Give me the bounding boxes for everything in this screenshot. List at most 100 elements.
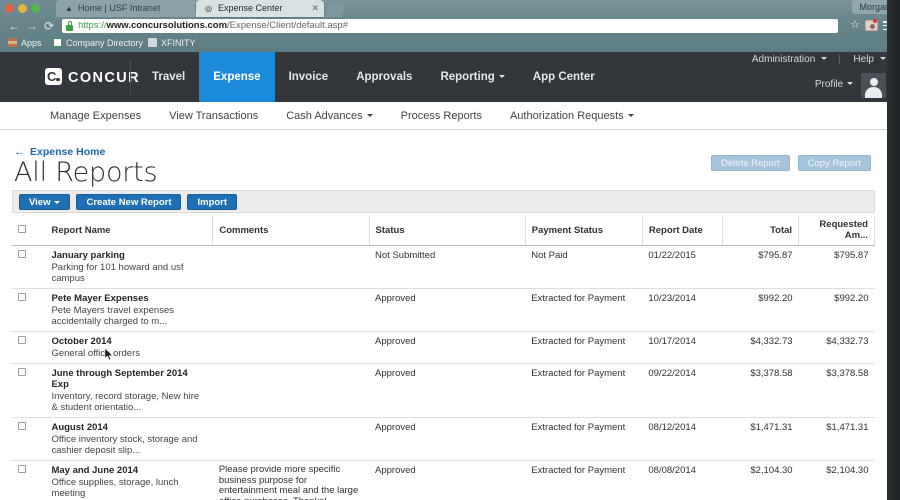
table-row[interactable]: August 2014Office inventory stock, stora… — [12, 418, 875, 461]
copy-report-button[interactable]: Copy Report — [798, 155, 871, 171]
nav-item-approvals[interactable]: Approvals — [342, 52, 426, 102]
browser-tab-home[interactable]: ▲ Home | USF Intranet ✕ — [56, 0, 206, 17]
cell-total: $3,378.58 — [723, 364, 799, 418]
bookmark-company-directory[interactable]: Company Directory — [53, 38, 143, 49]
avatar-head — [870, 78, 878, 86]
cell-report-name[interactable]: Pete Mayer ExpensesPete Mayers travel ex… — [45, 289, 212, 332]
table-row[interactable]: June through September 2014 ExpInventory… — [12, 364, 875, 418]
reports-table: Report Name Comments Status Payment Stat… — [12, 216, 875, 500]
avatar-body — [865, 87, 882, 98]
column-header-report-date[interactable]: Report Date — [642, 216, 722, 246]
select-all-header[interactable] — [12, 216, 45, 246]
concur-logo[interactable]: CONCUR — [45, 68, 140, 88]
table-row[interactable]: January parkingParking for 101 howard an… — [12, 246, 875, 289]
nav-item-travel[interactable]: Travel — [138, 52, 199, 102]
cell-status: Approved — [369, 289, 525, 332]
chevron-down-icon — [847, 82, 853, 85]
cell-requested-amount: $795.87 — [799, 246, 875, 289]
cell-status: Approved — [369, 364, 525, 418]
nav-item-invoice[interactable]: Invoice — [275, 52, 343, 102]
tab-strip-empty-area — [324, 0, 900, 17]
cell-report-name[interactable]: May and June 2014Office supplies, storag… — [45, 461, 212, 500]
column-header-status[interactable]: Status — [369, 216, 525, 246]
cell-report-date: 08/12/2014 — [642, 418, 722, 461]
close-window-button[interactable] — [5, 4, 14, 13]
import-button[interactable]: Import — [187, 194, 237, 210]
cell-status: Not Submitted — [369, 246, 525, 289]
bookmark-star-icon[interactable]: ☆ — [850, 20, 860, 31]
cell-report-name[interactable]: January parkingParking for 101 howard an… — [45, 246, 212, 289]
cell-status: Approved — [369, 418, 525, 461]
select-all-checkbox[interactable] — [18, 225, 26, 233]
browser-tab-title: Home | USF Intranet — [78, 0, 190, 17]
cell-total: $2,104.30 — [723, 461, 799, 500]
chevron-down-icon — [880, 57, 886, 60]
column-header-payment-status[interactable]: Payment Status — [525, 216, 642, 246]
close-icon[interactable]: ✕ — [311, 0, 319, 17]
row-checkbox[interactable] — [18, 293, 26, 301]
url-scheme: https:// — [78, 20, 107, 31]
table-row[interactable]: May and June 2014Office supplies, storag… — [12, 461, 875, 500]
subnav-item-authorization-requests[interactable]: Authorization Requests — [496, 102, 648, 130]
create-new-report-button[interactable]: Create New Report — [76, 194, 181, 210]
cell-comments — [213, 332, 369, 364]
row-checkbox[interactable] — [18, 336, 26, 344]
cell-payment-status: Extracted for Payment — [525, 332, 642, 364]
primary-nav: Travel Expense Invoice Approvals Reporti… — [138, 52, 609, 102]
address-bar[interactable]: https://www.concursolutions.com/Expense/… — [62, 19, 838, 33]
cell-requested-amount: $992.20 — [799, 289, 875, 332]
cell-total: $4,332.73 — [723, 332, 799, 364]
row-checkbox[interactable] — [18, 368, 26, 376]
cell-requested-amount: $4,332.73 — [799, 332, 875, 364]
subnav-item-view-transactions[interactable]: View Transactions — [155, 102, 272, 130]
cell-status: Approved — [369, 332, 525, 364]
subnav-item-process-reports[interactable]: Process Reports — [387, 102, 496, 130]
column-header-comments[interactable]: Comments — [213, 216, 369, 246]
help-menu[interactable]: Help — [853, 54, 874, 65]
browser-chrome: ▲ Home | USF Intranet ✕ ◎ Expense Center… — [0, 0, 900, 52]
table-row[interactable]: October 2014General office orders Approv… — [12, 332, 875, 364]
cell-report-date: 01/22/2015 — [642, 246, 722, 289]
cell-report-name[interactable]: August 2014Office inventory stock, stora… — [45, 418, 212, 461]
table-toolbar: View Create New Report Import — [12, 190, 875, 213]
subnav-item-manage-expenses[interactable]: Manage Expenses — [36, 102, 155, 130]
cell-payment-status: Extracted for Payment — [525, 364, 642, 418]
secondary-nav: Manage Expenses View Transactions Cash A… — [0, 102, 900, 130]
minimize-window-button[interactable] — [18, 4, 27, 13]
nav-item-expense[interactable]: Expense — [199, 52, 274, 102]
column-header-total[interactable]: Total — [723, 216, 799, 246]
administration-menu[interactable]: Administration — [752, 54, 815, 65]
avatar[interactable] — [861, 73, 886, 98]
cell-comments — [213, 246, 369, 289]
column-header-report-name[interactable]: Report Name — [45, 216, 212, 246]
row-checkbox[interactable] — [18, 250, 26, 258]
cell-comments — [213, 364, 369, 418]
delete-report-button[interactable]: Delete Report — [711, 155, 790, 171]
cell-report-date: 10/17/2014 — [642, 332, 722, 364]
bookmark-apps[interactable]: Apps — [8, 38, 42, 49]
reload-icon[interactable]: ⟳ — [44, 20, 54, 32]
cell-report-name[interactable]: October 2014General office orders — [45, 332, 212, 364]
header-divider — [130, 60, 131, 94]
cell-report-name[interactable]: June through September 2014 ExpInventory… — [45, 364, 212, 418]
camera-badge-icon — [873, 19, 877, 23]
back-icon[interactable]: ← — [8, 20, 20, 32]
view-button[interactable]: View — [19, 194, 70, 210]
browser-window: ▲ Home | USF Intranet ✕ ◎ Expense Center… — [0, 0, 900, 500]
nav-item-reporting[interactable]: Reporting — [426, 52, 518, 102]
table-row[interactable]: Pete Mayer ExpensesPete Mayers travel ex… — [12, 289, 875, 332]
row-checkbox[interactable] — [18, 422, 26, 430]
nav-item-app-center[interactable]: App Center — [519, 52, 609, 102]
forward-icon[interactable]: → — [26, 20, 38, 32]
maximize-window-button[interactable] — [31, 4, 40, 13]
browser-toolbar: ← → ⟳ https://www.concursolutions.com/Ex… — [0, 17, 900, 35]
mouse-cursor — [105, 348, 114, 362]
column-header-requested-amount[interactable]: Requested Am... — [799, 216, 875, 246]
tab-strip: ▲ Home | USF Intranet ✕ ◎ Expense Center… — [0, 0, 900, 17]
browser-tab-expense-center[interactable]: ◎ Expense Center ✕ — [196, 0, 324, 17]
page-actions: Delete Report Copy Report — [703, 155, 871, 171]
row-checkbox[interactable] — [18, 465, 26, 473]
profile-menu[interactable]: Profile — [815, 79, 843, 90]
subnav-item-cash-advances[interactable]: Cash Advances — [272, 102, 386, 130]
bookmark-xfinity[interactable]: XFINITY — [148, 38, 196, 49]
